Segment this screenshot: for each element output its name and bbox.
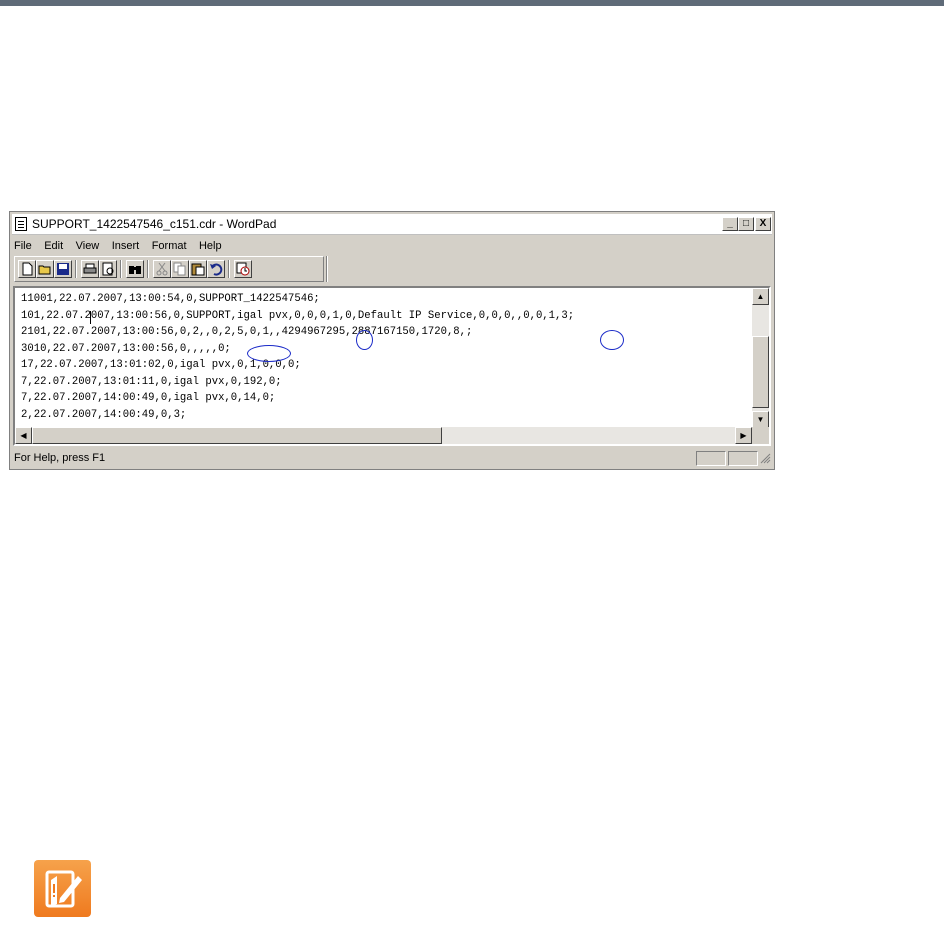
status-bar: For Help, press F1 [12, 449, 772, 467]
find-icon[interactable] [126, 260, 144, 278]
document-line: 7,22.07.2007,13:01:11,0,igal pvx,0,192,0… [21, 375, 282, 388]
toolbar-separator [120, 260, 122, 278]
scroll-down-button[interactable]: ▼ [752, 411, 769, 428]
note-icon [34, 860, 91, 917]
minimize-button[interactable]: _ [722, 217, 738, 231]
scroll-right-button[interactable]: ▶ [735, 427, 752, 444]
menu-bar: File Edit View Insert Format Help [14, 236, 770, 253]
window-title: SUPPORT_1422547546_c151.cdr - WordPad [32, 217, 277, 231]
menu-help[interactable]: Help [199, 238, 222, 255]
new-icon[interactable] [18, 260, 36, 278]
text-caret [90, 311, 91, 324]
scrollbar-corner [752, 427, 769, 444]
document-line: 3010,22.07.2007,13:00:56,0,,,,,0; [21, 342, 231, 355]
scroll-up-button[interactable]: ▲ [752, 288, 769, 305]
document-line: 2101,22.07.2007,13:00:56,0,2,,0,2,5,0,1,… [21, 326, 473, 338]
paste-icon[interactable] [189, 260, 207, 278]
resize-grip-icon[interactable] [760, 453, 771, 464]
date-time-icon[interactable] [234, 260, 252, 278]
save-icon[interactable] [54, 260, 72, 278]
menu-insert[interactable]: Insert [112, 238, 140, 255]
close-button[interactable]: X [755, 217, 771, 231]
annotation-circle [356, 330, 373, 350]
toolbar-divider [326, 256, 328, 282]
wordpad-window: SUPPORT_1422547546_c151.cdr - WordPad _ … [9, 211, 775, 470]
open-icon[interactable] [36, 260, 54, 278]
undo-icon[interactable] [207, 260, 225, 278]
menu-file[interactable]: File [14, 238, 32, 255]
document-line: 101,22.07.2007,13:00:56,0,SUPPORT,igal p… [21, 309, 575, 322]
toolbar-separator [75, 260, 77, 278]
menu-edit[interactable]: Edit [44, 238, 63, 255]
document-line: 7,22.07.2007,14:00:49,0,igal pvx,0,14,0; [21, 392, 276, 404]
print-preview-icon[interactable] [99, 260, 117, 278]
wordpad-app-icon [15, 217, 27, 231]
menu-view[interactable]: View [76, 238, 100, 255]
print-icon[interactable] [81, 260, 99, 278]
vertical-scrollbar[interactable]: ▲ ▼ [752, 288, 769, 428]
scroll-left-button[interactable]: ◀ [15, 427, 32, 444]
document-editor[interactable]: 11001,22.07.2007,13:00:54,0,SUPPORT_1422… [13, 286, 771, 446]
status-panel [696, 451, 726, 466]
status-help-text: For Help, press F1 [14, 452, 106, 464]
document-line: 11001,22.07.2007,13:00:54,0,SUPPORT_1422… [21, 293, 320, 305]
vertical-scroll-thumb[interactable] [752, 336, 769, 408]
toolbar-separator [147, 260, 149, 278]
annotation-circle [600, 330, 624, 350]
annotation-ellipse [247, 345, 291, 362]
page-top-rule [0, 0, 944, 6]
status-panel [728, 451, 758, 466]
maximize-button[interactable]: □ [738, 217, 754, 231]
document-text[interactable]: 11001,22.07.2007,13:00:54,0,SUPPORT_1422… [21, 291, 741, 427]
menu-format[interactable]: Format [152, 238, 187, 255]
title-bar[interactable]: SUPPORT_1422547546_c151.cdr - WordPad _ … [12, 214, 772, 235]
toolbar-separator [228, 260, 230, 278]
cut-icon[interactable] [153, 260, 171, 278]
horizontal-scroll-thumb[interactable] [32, 427, 442, 444]
toolbar [14, 256, 324, 282]
horizontal-scrollbar[interactable]: ◀ ▶ [15, 427, 752, 444]
document-line: 17,22.07.2007,13:01:02,0,igal pvx,0,1,0,… [21, 359, 301, 371]
copy-icon[interactable] [171, 260, 189, 278]
document-line: 2,22.07.2007,14:00:49,0,3; [21, 408, 187, 421]
